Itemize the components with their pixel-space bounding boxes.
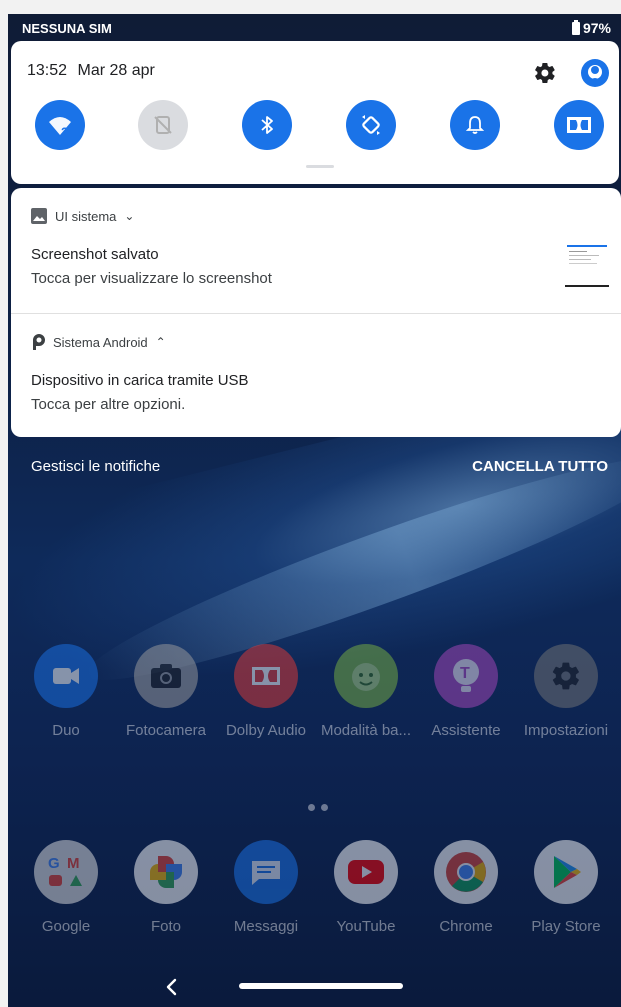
notification-screenshot[interactable]: UI sistema ⌄ Screenshot salvato Tocca pe… <box>11 188 621 313</box>
rotate-icon <box>362 115 380 135</box>
screenshot-preview-icon <box>565 242 609 288</box>
app-label: Messaggi <box>233 918 299 935</box>
bluetooth-icon <box>261 116 273 134</box>
app-assistant[interactable]: T Assistente <box>416 644 516 739</box>
back-icon[interactable] <box>161 976 183 998</box>
app-label: Fotocamera <box>125 722 207 739</box>
battery-level: 97% <box>582 20 611 36</box>
settings-icon <box>534 644 598 708</box>
image-icon <box>31 208 47 224</box>
status-bar: NESSUNA SIM 97% <box>8 14 621 42</box>
quick-settings-panel: 13:52 Mar 28 apr ? <box>11 41 619 184</box>
app-label: Dolby Audio <box>225 722 307 739</box>
app-label: Play Store <box>531 918 601 935</box>
svg-text:T: T <box>460 665 470 682</box>
app-camera[interactable]: Fotocamera <box>116 644 216 739</box>
mobile-data-tile[interactable] <box>138 100 188 150</box>
play-store-icon <box>534 840 598 904</box>
clock: 13:52 <box>27 62 68 79</box>
sound-tile[interactable] <box>450 100 500 150</box>
svg-text:M: M <box>67 855 80 872</box>
youtube-icon <box>334 840 398 904</box>
app-label: Chrome <box>439 918 493 935</box>
app-dolby-audio[interactable]: Dolby Audio <box>216 644 316 739</box>
notification-header[interactable]: Sistema Android ⌃ <box>31 334 166 350</box>
dolby-tile[interactable] <box>554 100 604 150</box>
wifi-tile[interactable]: ? <box>35 100 85 150</box>
app-label: Duo <box>52 722 80 739</box>
date: Mar 28 apr <box>77 62 155 79</box>
page-indicator <box>308 804 328 811</box>
google-folder-icon: GM <box>34 840 98 904</box>
notification-text: Tocca per visualizzare lo screenshot <box>31 270 272 287</box>
app-youtube[interactable]: YouTube <box>316 840 416 935</box>
app-google-folder[interactable]: GM Google <box>16 840 116 935</box>
notification-title: Dispositivo in carica tramite USB <box>31 372 249 389</box>
bluetooth-tile[interactable] <box>242 100 292 150</box>
notification-usb-charging[interactable]: Sistema Android ⌃ Dispositivo in carica … <box>11 313 621 437</box>
battery-icon <box>571 19 580 35</box>
left-edge <box>0 0 8 1007</box>
app-label: Assistente <box>431 722 501 739</box>
notification-header[interactable]: UI sistema ⌄ <box>31 208 134 224</box>
duo-icon <box>34 644 98 708</box>
photos-icon <box>134 840 198 904</box>
notification-app-name: UI sistema <box>55 208 117 224</box>
app-label: Modalità ba... <box>320 722 412 739</box>
navigation-bar <box>8 966 621 1006</box>
app-kids-mode[interactable]: Modalità ba... <box>316 644 416 739</box>
clear-all-button[interactable]: CANCELLA TUTTO <box>472 458 608 475</box>
app-photos[interactable]: Foto <box>116 840 216 935</box>
dolby-icon <box>567 117 591 133</box>
battery-indicator: 97% <box>571 19 611 36</box>
android-system-icon <box>33 334 45 350</box>
device-screen: NESSUNA SIM 97% 13:52 Mar 28 apr ? UI si… <box>8 14 621 1007</box>
chevron-up-icon[interactable]: ⌃ <box>156 335 166 349</box>
app-label: Impostazioni <box>523 722 609 739</box>
app-label: YouTube <box>336 918 396 935</box>
app-play-store[interactable]: Play Store <box>516 840 616 935</box>
app-label: Foto <box>150 918 181 935</box>
user-avatar-icon[interactable] <box>581 59 609 87</box>
assistant-icon: T <box>434 644 498 708</box>
manage-notifications-button[interactable]: Gestisci le notifiche <box>31 458 160 475</box>
notification-title: Screenshot salvato <box>31 246 159 263</box>
app-settings[interactable]: Impostazioni <box>516 644 616 739</box>
dolby-icon <box>234 644 298 708</box>
app-chrome[interactable]: Chrome <box>416 840 516 935</box>
datetime: 13:52 Mar 28 apr <box>27 62 155 80</box>
messages-icon <box>234 840 298 904</box>
svg-text:G: G <box>48 855 60 872</box>
notification-text: Tocca per altre opzioni. <box>31 396 186 413</box>
app-label: Google <box>41 918 91 935</box>
no-sim-icon <box>154 116 172 134</box>
kids-mode-icon <box>334 644 398 708</box>
screenshot-thumbnail[interactable] <box>565 242 609 288</box>
chrome-icon <box>434 840 498 904</box>
wifi-question-icon: ? <box>49 117 71 139</box>
bell-icon <box>465 116 485 134</box>
panel-drag-handle[interactable] <box>306 165 334 168</box>
app-messages[interactable]: Messaggi <box>216 840 316 935</box>
carrier-label: NESSUNA SIM <box>22 21 112 36</box>
home-gesture-pill[interactable] <box>239 983 403 989</box>
chevron-down-icon[interactable]: ⌄ <box>124 209 134 223</box>
svg-text:?: ? <box>61 125 68 139</box>
app-duo[interactable]: Duo <box>16 644 116 739</box>
auto-rotate-tile[interactable] <box>346 100 396 150</box>
notification-app-name: Sistema Android <box>53 334 148 350</box>
camera-icon <box>134 644 198 708</box>
settings-gear-icon[interactable] <box>533 61 557 85</box>
